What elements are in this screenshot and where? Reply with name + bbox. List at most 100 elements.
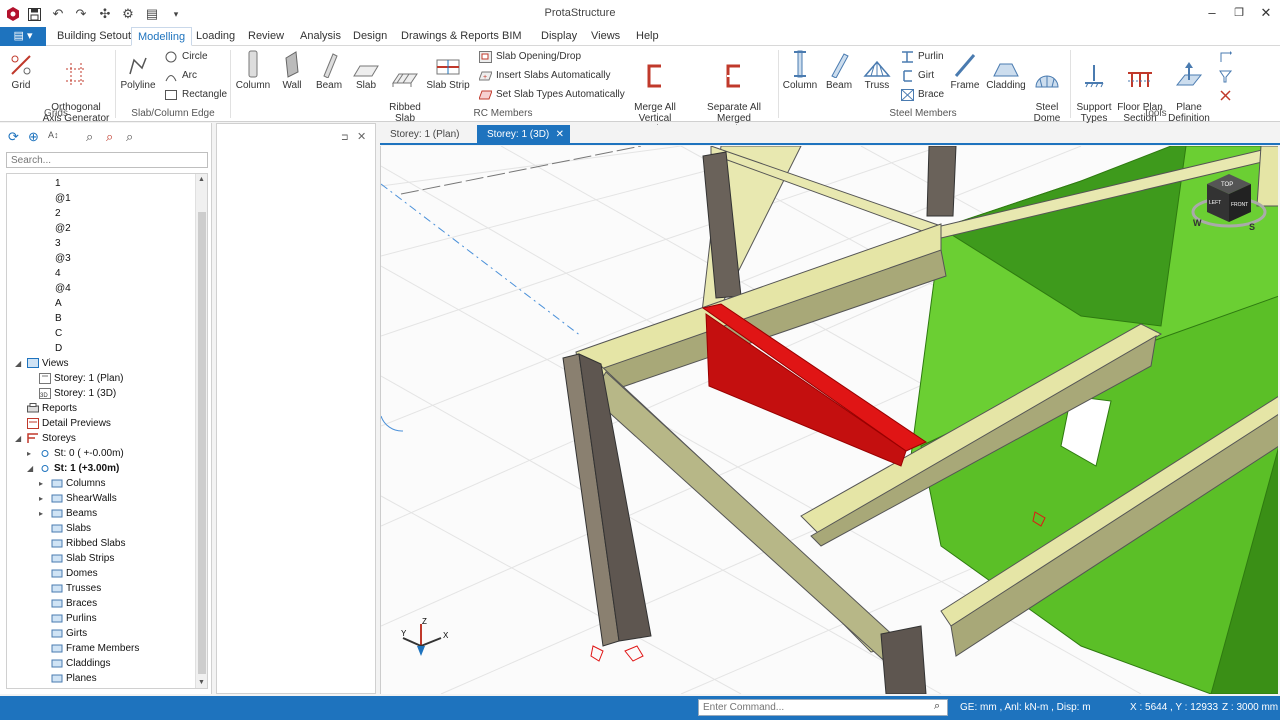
set-slab-types-button[interactable]: Set Slab Types Automatically bbox=[478, 87, 625, 103]
slab-strip-button[interactable]: Slab Strip bbox=[426, 48, 470, 91]
tree-axis-item[interactable]: 4 bbox=[55, 266, 61, 281]
command-input[interactable] bbox=[698, 699, 948, 716]
grid-button[interactable]: Grid bbox=[4, 48, 38, 91]
tool-small-1-button[interactable] bbox=[1218, 49, 1236, 65]
ribbed-slab-button[interactable]: Ribbed Slab bbox=[387, 48, 423, 124]
cladding-button[interactable]: Cladding bbox=[985, 48, 1027, 91]
rc-column-button[interactable]: Column bbox=[235, 48, 271, 91]
girt-button[interactable]: Girt bbox=[900, 68, 934, 84]
brace-button[interactable]: Brace bbox=[900, 87, 944, 103]
scroll-up-icon[interactable]: ▲ bbox=[198, 176, 205, 183]
zoom-selection-icon[interactable]: ⌕ bbox=[106, 129, 113, 145]
merge-vertical-members-button[interactable]: Merge All Vertical Members bbox=[618, 48, 692, 135]
menu-display[interactable]: Display bbox=[535, 27, 583, 46]
tree-expand-icon[interactable]: ◢ bbox=[27, 464, 33, 473]
tree-member-claddings[interactable]: Claddings bbox=[51, 656, 110, 671]
rectangle-button[interactable]: Rectangle bbox=[164, 87, 227, 103]
polyline-button[interactable]: Polyline bbox=[119, 48, 157, 91]
tree-search-input[interactable] bbox=[6, 152, 208, 168]
zoom-fit-icon[interactable]: ⌕ bbox=[86, 129, 93, 145]
slab-button[interactable]: Slab bbox=[350, 48, 382, 91]
menu-drawings-reports[interactable]: Drawings & Reports bbox=[395, 27, 505, 46]
steel-beam-button[interactable]: Beam bbox=[821, 48, 857, 91]
tree-member-braces[interactable]: Braces bbox=[51, 596, 97, 611]
steel-dome-button[interactable]: Steel Dome bbox=[1030, 48, 1064, 124]
tree-scrollbar[interactable]: ▲ ▼ bbox=[195, 174, 207, 688]
tree-axis-item[interactable]: 3 bbox=[55, 236, 61, 251]
tree-member-columns[interactable]: Columns bbox=[51, 476, 105, 491]
tree-axis-item[interactable]: 2 bbox=[55, 206, 61, 221]
command-search-icon[interactable]: ⌕ bbox=[934, 700, 940, 713]
tree-axis-item[interactable]: A bbox=[55, 296, 62, 311]
tree-axis-item[interactable]: 1 bbox=[55, 176, 61, 191]
tree-member-slab-strips[interactable]: Slab Strips bbox=[51, 551, 114, 566]
menu-modelling[interactable]: Modelling bbox=[131, 27, 193, 46]
slab-opening-button[interactable]: Slab Opening/Drop bbox=[478, 49, 581, 65]
file-menu-button[interactable]: ▤ ▾ bbox=[0, 27, 46, 46]
tree-axis-item[interactable]: C bbox=[55, 326, 62, 341]
tree-storeys[interactable]: Storeys bbox=[27, 431, 76, 446]
menu-loading[interactable]: Loading bbox=[190, 27, 241, 46]
tree-expand-icon[interactable]: ▸ bbox=[39, 509, 43, 518]
menu-building-setout[interactable]: Building Setout bbox=[51, 27, 137, 46]
tree-view-3d[interactable]: 3D Storey: 1 (3D) bbox=[39, 386, 116, 401]
beam[interactable] bbox=[1256, 146, 1278, 207]
sort-icon[interactable]: A↕ bbox=[48, 130, 59, 140]
tree-member-planes[interactable]: Planes bbox=[51, 671, 97, 686]
insert-slabs-button[interactable]: + Insert Slabs Automatically bbox=[478, 68, 611, 84]
tree-expand-icon[interactable]: ▸ bbox=[39, 494, 43, 503]
menu-help[interactable]: Help bbox=[630, 27, 665, 46]
tool-small-3-button[interactable] bbox=[1218, 87, 1236, 103]
tree-view-plan[interactable]: Storey: 1 (Plan) bbox=[39, 371, 123, 386]
tree-member-shearwalls[interactable]: ShearWalls bbox=[51, 491, 117, 506]
restore-icon[interactable]: ❐ bbox=[1225, 3, 1253, 23]
tree-expand-icon[interactable]: ▸ bbox=[39, 479, 43, 488]
menu-views[interactable]: Views bbox=[585, 27, 626, 46]
tab-close-icon[interactable]: ✕ bbox=[556, 125, 564, 144]
truss-button[interactable]: Truss bbox=[860, 48, 894, 91]
tree-reports[interactable]: Reports bbox=[27, 401, 77, 416]
close-icon[interactable]: ✕ bbox=[1252, 3, 1280, 23]
tree-member-trusses[interactable]: Trusses bbox=[51, 581, 101, 596]
tree-scroll-thumb[interactable] bbox=[198, 212, 206, 674]
tree-axis-item[interactable]: @2 bbox=[55, 221, 71, 236]
tree-axis-item[interactable]: B bbox=[55, 311, 62, 326]
tree-expand-icon[interactable]: ◢ bbox=[15, 359, 21, 368]
support-types-button[interactable]: Support Types bbox=[1074, 48, 1114, 124]
tree-member-frame-members[interactable]: Frame Members bbox=[51, 641, 139, 656]
column[interactable] bbox=[926, 146, 957, 217]
pin-icon[interactable]: ⊐ bbox=[341, 132, 349, 143]
menu-review[interactable]: Review bbox=[242, 27, 290, 46]
tree-member-purlins[interactable]: Purlins bbox=[51, 611, 97, 626]
refresh-icon[interactable]: ⟳ bbox=[8, 129, 19, 145]
tree-member-slabs[interactable]: Slabs bbox=[51, 521, 91, 536]
tree-expand-icon[interactable]: ▸ bbox=[27, 449, 31, 458]
frame-button[interactable]: Frame bbox=[948, 48, 982, 91]
tool-small-2-button[interactable] bbox=[1218, 68, 1236, 84]
tree-views[interactable]: Views bbox=[27, 356, 69, 371]
column[interactable] bbox=[880, 625, 927, 694]
separate-merged-members-button[interactable]: Separate All Merged Members bbox=[697, 48, 771, 135]
tree-axis-item[interactable]: @3 bbox=[55, 251, 71, 266]
tab-storey-3d[interactable]: Storey: 1 (3D) ✕ bbox=[477, 125, 570, 144]
tree-member-domes[interactable]: Domes bbox=[51, 566, 98, 581]
tree-expand-icon[interactable]: ◢ bbox=[15, 434, 21, 443]
purlin-button[interactable]: Purlin bbox=[900, 49, 944, 65]
arc-button[interactable]: Arc bbox=[164, 68, 197, 84]
selected-beam[interactable] bbox=[705, 313, 907, 467]
wall-button[interactable]: Wall bbox=[276, 48, 308, 91]
scroll-down-icon[interactable]: ▼ bbox=[198, 679, 205, 686]
menu-bim[interactable]: BIM bbox=[496, 27, 528, 46]
globe-icon[interactable]: ⊕ bbox=[28, 129, 39, 145]
minimize-icon[interactable]: – bbox=[1198, 3, 1226, 23]
tree-member-ribbed-slabs[interactable]: Ribbed Slabs bbox=[51, 536, 125, 551]
tree-member-girts[interactable]: Girts bbox=[51, 626, 87, 641]
steel-column-button[interactable]: Column bbox=[782, 48, 818, 91]
zoom-window-icon[interactable]: ⌕ bbox=[126, 129, 133, 145]
circle-button[interactable]: Circle bbox=[164, 49, 208, 65]
tree-detail-previews[interactable]: Detail Previews bbox=[27, 416, 111, 431]
tree-storey-1[interactable]: St: 1 (+3.00m) bbox=[39, 461, 119, 476]
tree-axis-item[interactable]: @4 bbox=[55, 281, 71, 296]
tree-member-beams[interactable]: Beams bbox=[51, 506, 97, 521]
menu-analysis[interactable]: Analysis bbox=[294, 27, 347, 46]
